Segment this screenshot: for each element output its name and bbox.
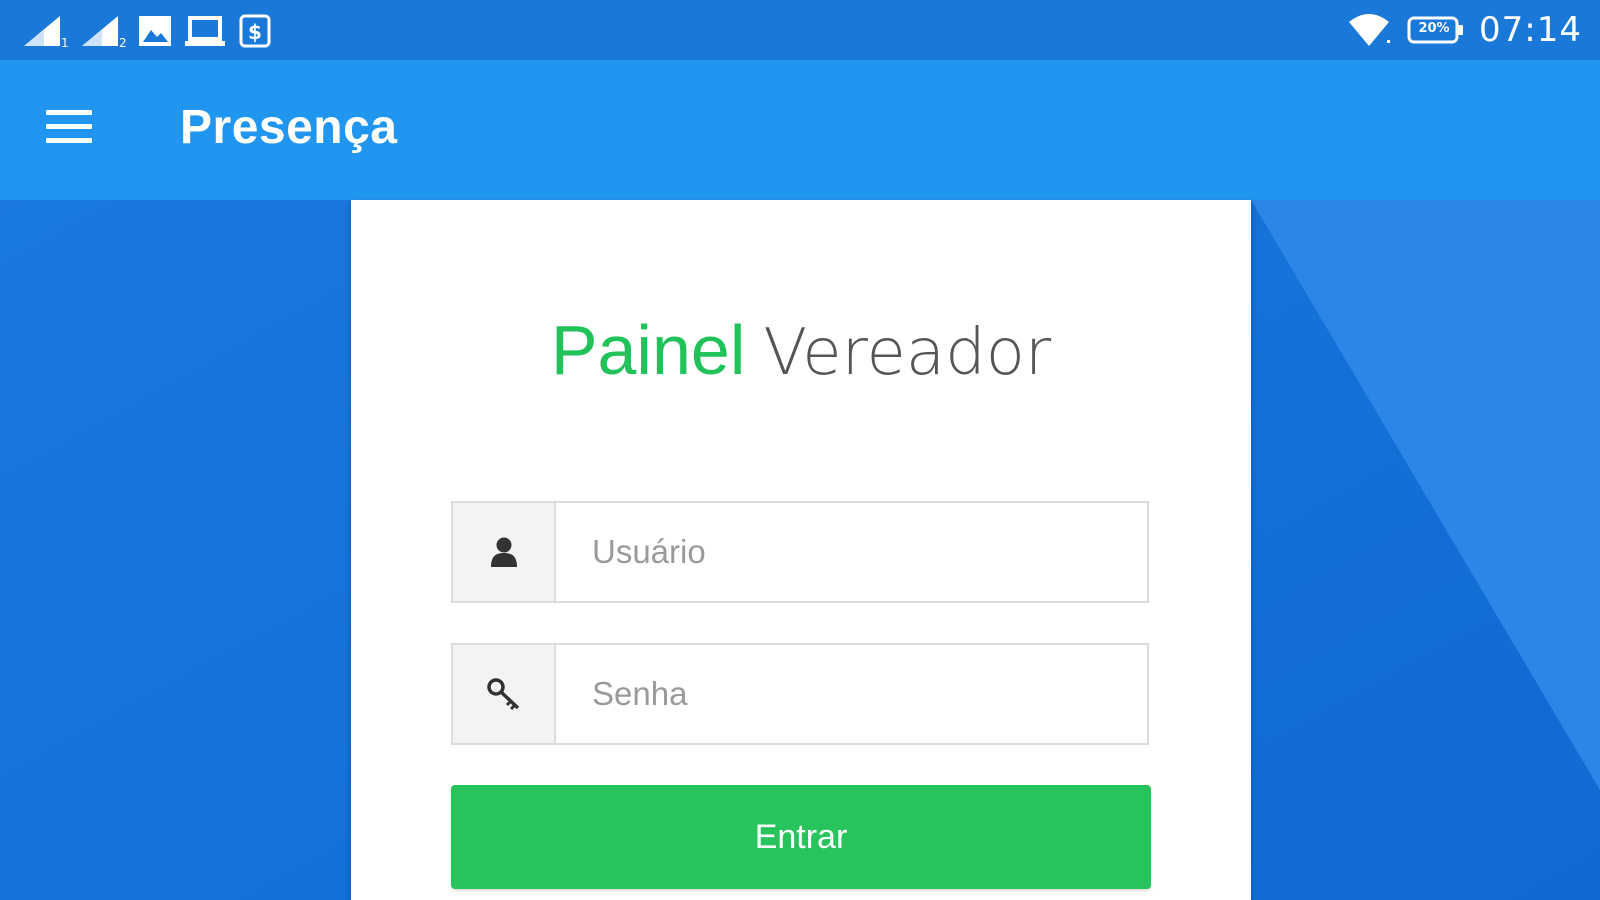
key-icon <box>486 678 519 711</box>
login-card: PainelVereador Entrar <box>351 200 1251 900</box>
login-button[interactable]: Entrar <box>451 785 1151 889</box>
app-bar: Presença <box>0 60 1600 200</box>
password-input[interactable] <box>556 645 1147 743</box>
brand-heading: Painel Vereador <box>351 310 1251 393</box>
password-addon <box>453 645 556 743</box>
signal-sim1-icon: 1 <box>24 16 68 48</box>
hamburger-menu-icon[interactable] <box>36 98 104 154</box>
battery-level: 20% <box>1418 21 1450 36</box>
brand-primary: Painel <box>550 311 746 389</box>
svg-text:$: $ <box>248 20 262 44</box>
user-icon <box>490 537 517 567</box>
password-field <box>451 643 1149 745</box>
image-notification-icon <box>139 16 171 46</box>
username-input[interactable] <box>556 503 1147 601</box>
svg-text:2: 2 <box>119 36 126 48</box>
signal-sim2-icon: 2 <box>82 16 126 48</box>
laptop-notification-icon <box>185 16 225 46</box>
brand-secondary: Vereador <box>763 316 1052 390</box>
username-field <box>451 501 1149 603</box>
wifi-icon <box>1349 14 1391 46</box>
clock-time: 07:14 <box>1479 10 1582 50</box>
username-addon <box>453 503 556 601</box>
status-bar-notifications: 1 2 $ <box>22 12 272 48</box>
svg-text:1: 1 <box>61 36 68 48</box>
battery-icon: 20% <box>1407 15 1465 45</box>
money-notification-icon: $ <box>239 14 271 48</box>
status-bar: 1 2 $ 20% 07:14 <box>0 0 1600 60</box>
app-title: Presença <box>180 101 398 154</box>
status-bar-system: 20% 07:14 <box>1347 10 1582 50</box>
screen: 1 2 $ 20% 07:14 Presença Painel Vereador… <box>0 0 1600 900</box>
